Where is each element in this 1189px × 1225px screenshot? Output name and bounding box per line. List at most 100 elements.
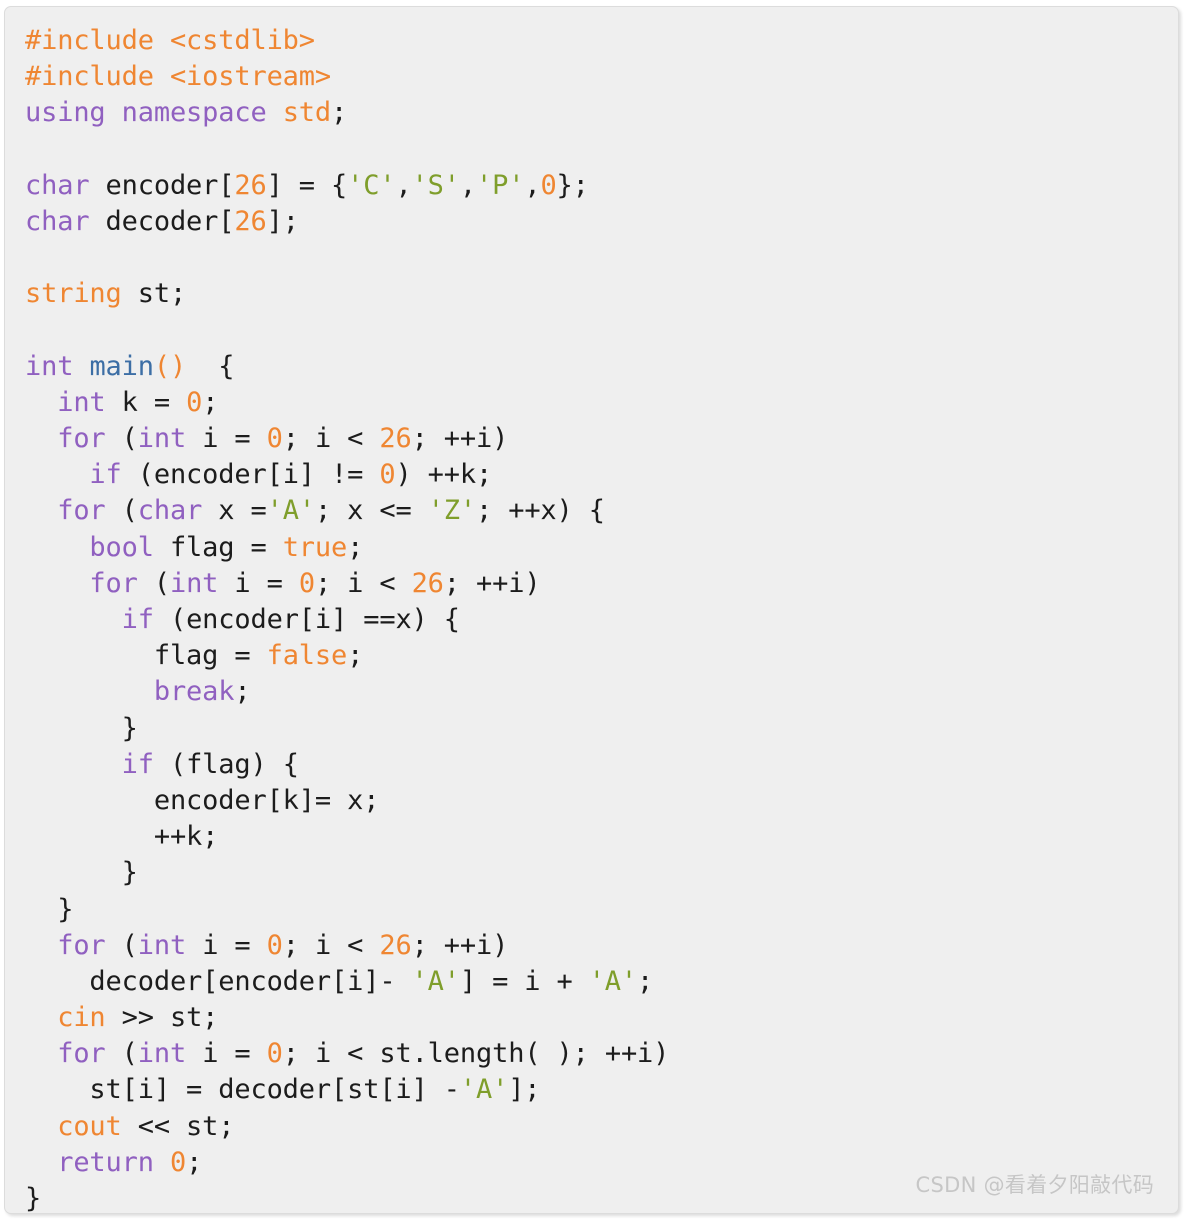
code-line: }: [5, 855, 1178, 891]
code-token: i =: [218, 567, 299, 599]
code-line: }: [5, 711, 1178, 747]
code-line: string st;: [5, 276, 1178, 312]
code-token: 0: [540, 169, 557, 201]
code-token: ++k;: [25, 821, 219, 853]
code-token: flag =: [25, 640, 267, 672]
code-line: for (int i = 0; i < 26; ++i): [5, 928, 1178, 964]
csdn-watermark: CSDN @看着夕阳敲代码: [915, 1173, 1154, 1197]
code-line: decoder[encoder[i]- 'A'] = i + 'A';: [5, 964, 1178, 1000]
code-token: cout: [57, 1110, 122, 1142]
code-token: (encoder[i] !=: [121, 459, 380, 491]
code-token: string: [25, 278, 122, 310]
code-token: ;: [186, 1146, 203, 1178]
code-token: (encoder[i] ==x) {: [153, 604, 460, 635]
code-block[interactable]: #include <cstdlib> #include <iostream> usi…: [5, 7, 1178, 1213]
code-token: decoder[: [89, 205, 235, 237]
code-token: ; i <: [314, 567, 412, 599]
code-token: if: [89, 459, 122, 491]
code-token: encoder[: [89, 169, 235, 201]
code-line: if (encoder[i] ==x) {: [5, 602, 1178, 638]
code-token: main: [89, 350, 154, 382]
code-token: 'A': [266, 495, 315, 527]
code-token: 'A': [459, 1074, 509, 1106]
code-token: ; i <: [282, 929, 380, 961]
code-token: ;: [202, 386, 219, 418]
code-token: int: [169, 567, 219, 599]
code-token: 26: [379, 423, 412, 455]
code-line: char decoder[26];: [5, 204, 1178, 240]
code-token: 0: [186, 386, 203, 418]
code-token: 0: [379, 459, 396, 491]
code-snippet-card: #include <cstdlib> #include <iostream> usi…: [4, 6, 1179, 1214]
code-token: ,: [459, 169, 476, 201]
code-line: ++k;: [5, 819, 1178, 855]
code-token: ;: [637, 965, 654, 997]
code-token: 0: [298, 567, 315, 599]
code-token: for: [57, 495, 106, 527]
code-token: ; ++x) {: [476, 495, 605, 527]
code-token: for: [57, 929, 106, 961]
code-token: std: [282, 97, 332, 129]
code-token: ; i < st.length( ); ++i): [282, 1038, 670, 1070]
code-token: 'A': [411, 965, 460, 997]
code-token: ; ++i): [411, 929, 509, 961]
code-token: ,: [524, 169, 541, 201]
code-token: ) ++k;: [395, 459, 493, 491]
code-line: int main() {: [5, 349, 1178, 385]
code-token: if: [121, 604, 154, 635]
code-token: i =: [186, 423, 267, 455]
code-token: }: [25, 893, 74, 925]
code-line: break;: [5, 674, 1178, 710]
code-token: if: [121, 748, 154, 780]
code-token: for: [57, 1038, 106, 1070]
code-token: true: [282, 531, 348, 563]
code-token: 26: [234, 205, 267, 237]
code-line: flag = false;: [5, 638, 1178, 674]
code-token: }: [25, 857, 138, 889]
code-token: char: [137, 495, 203, 527]
code-token: st;: [121, 278, 187, 310]
code-token: ];: [508, 1074, 541, 1106]
code-token: 26: [379, 929, 412, 961]
code-token: decoder[encoder[i]-: [25, 965, 412, 997]
code-token: 0: [266, 1038, 283, 1070]
code-line: int k = 0;: [5, 385, 1178, 421]
code-token: << st;: [121, 1110, 235, 1142]
code-line: char encoder[26] = {'C','S','P',0};: [5, 168, 1178, 204]
code-line: for (int i = 0; i < 26; ++i): [5, 421, 1178, 457]
code-line: #include <iostream>: [5, 59, 1178, 95]
code-token: 0: [266, 929, 283, 961]
code-token: 0: [169, 1146, 187, 1178]
code-token: break: [153, 676, 235, 708]
code-token: for: [57, 423, 106, 455]
code-token: ;: [347, 531, 364, 563]
code-token: ; x <=: [314, 495, 428, 527]
code-token: x =: [202, 495, 267, 527]
code-token: (: [105, 1038, 138, 1070]
code-token: char: [25, 169, 90, 201]
code-line: using namespace std;: [5, 95, 1178, 131]
code-token: #include <cstdlib>: [25, 25, 315, 56]
code-token: ,: [395, 169, 412, 201]
code-token: ];: [266, 205, 299, 237]
code-token: ; ++i): [443, 567, 541, 599]
code-token: };: [556, 169, 589, 201]
code-token: ; ++i): [411, 423, 509, 455]
code-token: >> st;: [105, 1002, 219, 1034]
code-token: i =: [186, 929, 267, 961]
code-token: int: [137, 1038, 187, 1070]
code-token: }: [25, 712, 138, 744]
code-line: #include <cstdlib>: [5, 23, 1178, 59]
